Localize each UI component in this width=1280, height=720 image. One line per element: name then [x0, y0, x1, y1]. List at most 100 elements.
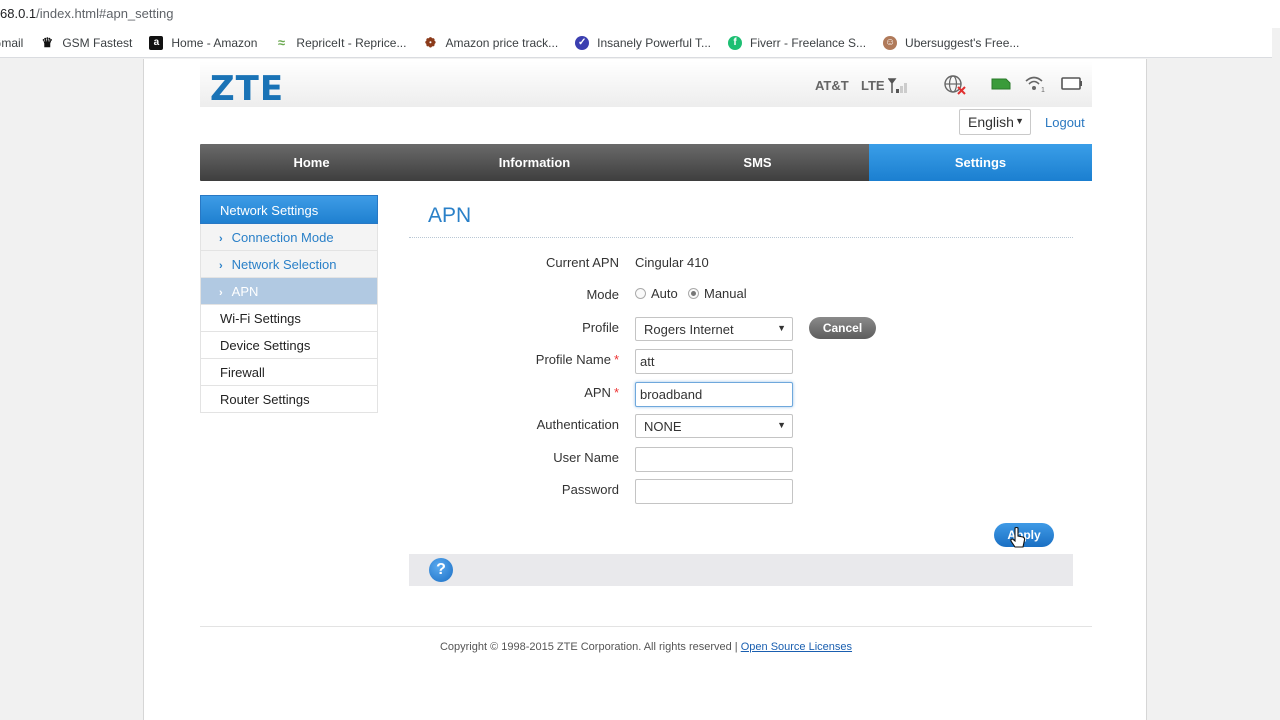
bookmark-label: GSM Fastest: [62, 35, 133, 50]
cancel-button[interactable]: Cancel: [809, 317, 876, 339]
dropdown-arrow-icon: ▼: [777, 323, 786, 333]
password-label: Password: [561, 482, 619, 497]
bookmarks-bar: Gmail ♛ GSM Fastest a Home - Amazon ≈ Repri…: [0, 28, 1272, 58]
authentication-select[interactable]: NONE ▼: [635, 414, 793, 438]
svg-text:1: 1: [1041, 87, 1045, 93]
amazon-icon: a: [149, 35, 164, 50]
chevron-right-icon: ›: [219, 287, 223, 299]
fiverr-icon: f: [728, 35, 743, 50]
language-value: English: [968, 114, 1014, 130]
logout-link[interactable]: Logout: [1045, 115, 1085, 130]
required-mark: *: [613, 352, 619, 367]
bookmark-label: Insanely Powerful T...: [597, 35, 712, 50]
mode-label: Mode: [586, 287, 619, 302]
bookmark-gsm-fastest[interactable]: ♛ GSM Fastest: [40, 35, 133, 50]
bookmark-label: Gmail: [0, 35, 24, 50]
nav-information[interactable]: Information: [423, 144, 646, 181]
sidebar-item-firewall[interactable]: Firewall: [200, 359, 378, 386]
password-row: Password: [409, 479, 1109, 504]
help-bar: ?: [409, 554, 1073, 586]
main-nav: Home Information SMS Settings: [200, 144, 1092, 181]
bookmark-amazon[interactable]: a Home - Amazon: [149, 35, 258, 50]
wifi-icon: 1: [1024, 75, 1046, 98]
user-name-row: User Name: [409, 447, 1109, 472]
title-divider: [409, 237, 1073, 238]
current-apn-label: Current APN: [546, 255, 619, 270]
nav-home[interactable]: Home: [200, 144, 423, 181]
bookmark-label: Fiverr - Freelance S...: [750, 35, 867, 50]
bookmark-camel[interactable]: ❁ Amazon price track...: [423, 34, 559, 50]
network-indicator: LTE: [861, 78, 910, 93]
sidebar-network-settings[interactable]: Network Settings: [200, 195, 378, 224]
url-path: /index.html#apn_setting: [36, 6, 174, 21]
bookmark-insanely[interactable]: ✓ Insanely Powerful T...: [575, 35, 712, 50]
language-select[interactable]: English ▼: [959, 109, 1031, 135]
bookmark-repriceit[interactable]: ≈ RepriceIt - Reprice...: [274, 35, 407, 50]
url-host: 68.0.1: [0, 6, 37, 21]
profile-row: Profile Rogers Internet ▼ Cancel: [409, 317, 1109, 341]
bookmark-label: Home - Amazon: [171, 35, 258, 50]
globe-disconnected-icon: [943, 74, 967, 101]
password-input[interactable]: [635, 479, 793, 504]
sidebar-item-router-settings[interactable]: Router Settings: [200, 386, 378, 413]
mode-manual-radio[interactable]: Manual: [688, 286, 747, 301]
profile-label: Profile: [582, 320, 619, 335]
sidebar-item-label: Network Selection: [231, 257, 337, 272]
authentication-label: Authentication: [536, 417, 619, 432]
apn-input[interactable]: broadband: [635, 382, 793, 407]
sidebar-item-label: APN: [231, 284, 259, 299]
network-type: LTE: [861, 78, 885, 93]
sidebar-item-network-selection[interactable]: › Network Selection: [200, 251, 378, 278]
sidebar-item-apn[interactable]: › APN: [200, 278, 378, 305]
profile-name-input[interactable]: att: [635, 349, 793, 374]
dropdown-arrow-icon: ▼: [1015, 116, 1024, 126]
apn-row: APN * broadband: [409, 382, 1109, 407]
sidebar-item-connection-mode[interactable]: › Connection Mode: [200, 224, 378, 251]
bookmark-gmail[interactable]: Gmail: [0, 36, 23, 50]
bookmark-fiverr[interactable]: f Fiverr - Freelance S...: [728, 35, 867, 50]
current-apn-value: Cingular 410: [635, 255, 709, 270]
sim-icon: [991, 77, 1011, 96]
zte-logo: ZTE: [210, 69, 285, 109]
radio-dot: [635, 288, 646, 299]
camel-icon: ❁: [425, 34, 436, 50]
copyright-text: Copyright © 1998-2015 ZTE Corporation. A…: [439, 641, 738, 653]
sidebar-item-label: Connection Mode: [231, 230, 334, 245]
signal-bars-icon: [887, 78, 910, 93]
nav-settings[interactable]: Settings: [869, 144, 1092, 181]
open-source-licenses-link[interactable]: Open Source Licenses: [741, 641, 852, 653]
footer: Copyright © 1998-2015 ZTE Corporation. A…: [144, 641, 1148, 653]
apn-label: APN *: [584, 385, 619, 400]
profile-select[interactable]: Rogers Internet ▼: [635, 317, 793, 341]
bookmark-label: Amazon price track...: [445, 35, 559, 50]
label-text: APN: [584, 385, 611, 400]
carrier-name: AT&T: [815, 78, 849, 93]
avatar-icon: ☺: [883, 35, 898, 50]
header: ZTE AT&T LTE 1: [200, 61, 1092, 109]
help-icon[interactable]: ?: [429, 558, 453, 582]
sidebar-item-device-settings[interactable]: Device Settings: [200, 332, 378, 359]
radio-label: Manual: [704, 286, 747, 301]
page-title: APN: [428, 204, 472, 227]
chevron-right-icon: ›: [219, 233, 223, 245]
profile-name-label: Profile Name *: [536, 352, 619, 367]
language-row: English ▼ Logout: [959, 109, 1085, 135]
user-name-input[interactable]: [635, 447, 793, 472]
address-bar[interactable]: 68.0.1/index.html#apn_setting: [0, 0, 1280, 28]
bookmark-ubersuggest[interactable]: ☺ Ubersuggest's Free...: [883, 35, 1020, 50]
check-icon: ✓: [575, 35, 590, 50]
mode-auto-radio[interactable]: Auto: [635, 286, 678, 301]
user-name-label: User Name: [553, 450, 619, 465]
hand-cursor-icon: [1010, 526, 1026, 554]
authentication-value: NONE: [644, 419, 682, 434]
chevron-right-icon: ›: [219, 260, 223, 272]
profile-value: Rogers Internet: [644, 322, 734, 337]
required-mark: *: [613, 385, 619, 400]
authentication-row: Authentication NONE ▼: [409, 414, 1109, 438]
repriceit-icon: ≈: [277, 35, 285, 50]
router-page: ZTE AT&T LTE 1 English ▼ Logout Home Inf…: [143, 59, 1147, 720]
sidebar: Network Settings › Connection Mode › Netwo…: [200, 195, 378, 413]
nav-sms[interactable]: SMS: [646, 144, 869, 181]
sidebar-item-wifi-settings[interactable]: Wi-Fi Settings: [200, 305, 378, 332]
bookmark-label: Ubersuggest's Free...: [905, 35, 1020, 50]
